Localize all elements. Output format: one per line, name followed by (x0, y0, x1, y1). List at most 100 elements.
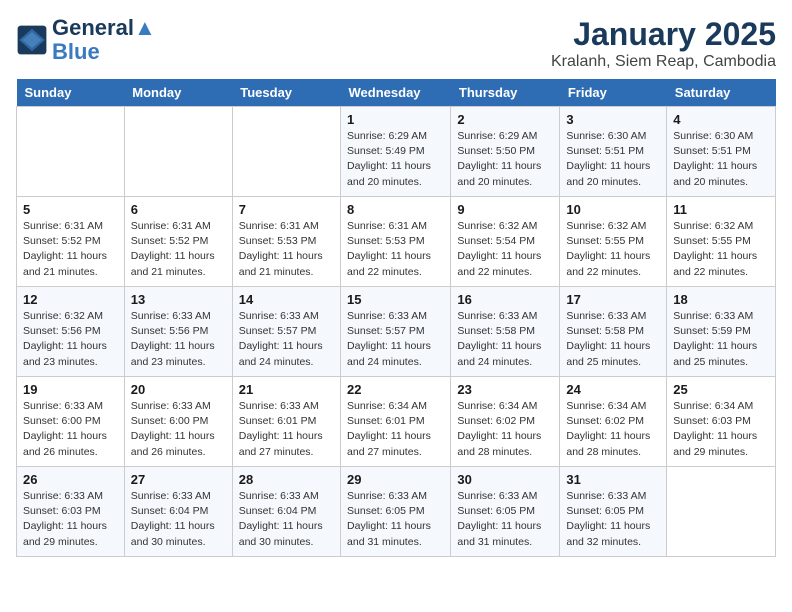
day-number: 11 (673, 202, 769, 217)
day-cell: 16 Sunrise: 6:33 AM Sunset: 5:58 PM Dayli… (451, 287, 560, 377)
day-number: 20 (131, 382, 226, 397)
day-cell: 29Sunrise: 6:33 AM Sunset: 6:05 PM Dayli… (341, 467, 451, 557)
day-number: 2 (457, 112, 553, 127)
day-info: Sunrise: 6:33 AM Sunset: 6:00 PM Dayligh… (23, 399, 118, 460)
logo: General▲ Blue (16, 16, 156, 64)
day-number: 13 (131, 292, 226, 307)
week-row-0: 1 Sunrise: 6:29 AM Sunset: 5:49 PM Daylig… (17, 107, 776, 197)
dow-friday: Friday (560, 79, 667, 107)
day-info: Sunrise: 6:33 AM Sunset: 5:58 PM Dayligh… (457, 309, 553, 370)
day-info: Sunrise: 6:30 AM Sunset: 5:51 PM Dayligh… (566, 129, 660, 190)
day-info: Sunrise: 6:32 AM Sunset: 5:54 PM Dayligh… (457, 219, 553, 280)
day-info: Sunrise: 6:32 AM Sunset: 5:55 PM Dayligh… (673, 219, 769, 280)
day-number: 30 (457, 472, 553, 487)
day-cell: 1 Sunrise: 6:29 AM Sunset: 5:49 PM Daylig… (341, 107, 451, 197)
day-number: 15 (347, 292, 444, 307)
day-number: 17 (566, 292, 660, 307)
logo-icon (16, 24, 48, 56)
day-number: 12 (23, 292, 118, 307)
day-cell: 26 Sunrise: 6:33 AM Sunset: 6:03 PM Dayli… (17, 467, 125, 557)
day-number: 21 (239, 382, 334, 397)
dow-monday: Monday (124, 79, 232, 107)
day-cell: 20 Sunrise: 6:33 AM Sunset: 6:00 PM Dayli… (124, 377, 232, 467)
day-number: 6 (131, 202, 226, 217)
day-number: 5 (23, 202, 118, 217)
day-cell: 30 Sunrise: 6:33 AM Sunset: 6:05 PM Dayli… (451, 467, 560, 557)
day-info: Sunrise: 6:32 AM Sunset: 5:56 PM Dayligh… (23, 309, 118, 370)
day-cell: 28 Sunrise: 6:33 AM Sunset: 6:04 PM Dayli… (232, 467, 340, 557)
day-info: Sunrise: 6:33 AM Sunset: 6:04 PM Dayligh… (239, 489, 334, 550)
month-title: January 2025 (551, 16, 776, 53)
day-number: 14 (239, 292, 334, 307)
day-info: Sunrise: 6:33 AM Sunset: 6:01 PM Dayligh… (239, 399, 334, 460)
day-number: 29 (347, 472, 444, 487)
day-number: 31 (566, 472, 660, 487)
day-cell: 23 Sunrise: 6:34 AM Sunset: 6:02 PM Dayli… (451, 377, 560, 467)
day-cell: 14Sunrise: 6:33 AM Sunset: 5:57 PM Dayli… (232, 287, 340, 377)
day-cell: 6 Sunrise: 6:31 AM Sunset: 5:52 PM Daylig… (124, 197, 232, 287)
day-info: Sunrise: 6:33 AM Sunset: 6:00 PM Dayligh… (131, 399, 226, 460)
day-info: Sunrise: 6:31 AM Sunset: 5:52 PM Dayligh… (131, 219, 226, 280)
day-number: 16 (457, 292, 553, 307)
dow-tuesday: Tuesday (232, 79, 340, 107)
day-info: Sunrise: 6:33 AM Sunset: 5:56 PM Dayligh… (131, 309, 226, 370)
day-info: Sunrise: 6:34 AM Sunset: 6:03 PM Dayligh… (673, 399, 769, 460)
week-row-4: 26 Sunrise: 6:33 AM Sunset: 6:03 PM Dayli… (17, 467, 776, 557)
day-cell: 8Sunrise: 6:31 AM Sunset: 5:53 PM Daylig… (341, 197, 451, 287)
day-info: Sunrise: 6:30 AM Sunset: 5:51 PM Dayligh… (673, 129, 769, 190)
day-cell: 10Sunrise: 6:32 AM Sunset: 5:55 PM Dayli… (560, 197, 667, 287)
day-number: 22 (347, 382, 444, 397)
day-number: 26 (23, 472, 118, 487)
dow-wednesday: Wednesday (341, 79, 451, 107)
day-cell: 5Sunrise: 6:31 AM Sunset: 5:52 PM Daylig… (17, 197, 125, 287)
day-info: Sunrise: 6:34 AM Sunset: 6:02 PM Dayligh… (457, 399, 553, 460)
day-info: Sunrise: 6:29 AM Sunset: 5:49 PM Dayligh… (347, 129, 444, 190)
day-number: 7 (239, 202, 334, 217)
day-number: 4 (673, 112, 769, 127)
day-cell: 12 Sunrise: 6:32 AM Sunset: 5:56 PM Dayli… (17, 287, 125, 377)
day-info: Sunrise: 6:33 AM Sunset: 6:05 PM Dayligh… (566, 489, 660, 550)
days-of-week-row: SundayMondayTuesdayWednesdayThursdayFrid… (17, 79, 776, 107)
day-number: 23 (457, 382, 553, 397)
day-cell: 4 Sunrise: 6:30 AM Sunset: 5:51 PM Daylig… (667, 107, 776, 197)
day-info: Sunrise: 6:31 AM Sunset: 5:53 PM Dayligh… (347, 219, 444, 280)
day-cell (232, 107, 340, 197)
day-number: 1 (347, 112, 444, 127)
day-cell: 22 Sunrise: 6:34 AM Sunset: 6:01 PM Dayli… (341, 377, 451, 467)
week-row-2: 12 Sunrise: 6:32 AM Sunset: 5:56 PM Dayli… (17, 287, 776, 377)
day-cell: 13 Sunrise: 6:33 AM Sunset: 5:56 PM Dayli… (124, 287, 232, 377)
day-cell: 24 Sunrise: 6:34 AM Sunset: 6:02 PM Dayli… (560, 377, 667, 467)
title-block: January 2025 Kralanh, Siem Reap, Cambodi… (551, 16, 776, 71)
dow-sunday: Sunday (17, 79, 125, 107)
page-header: General▲ Blue January 2025 Kralanh, Siem… (16, 16, 776, 71)
day-info: Sunrise: 6:33 AM Sunset: 6:05 PM Dayligh… (457, 489, 553, 550)
day-cell (124, 107, 232, 197)
day-info: Sunrise: 6:33 AM Sunset: 6:04 PM Dayligh… (131, 489, 226, 550)
day-info: Sunrise: 6:33 AM Sunset: 6:03 PM Dayligh… (23, 489, 118, 550)
day-info: Sunrise: 6:34 AM Sunset: 6:02 PM Dayligh… (566, 399, 660, 460)
day-info: Sunrise: 6:33 AM Sunset: 5:57 PM Dayligh… (347, 309, 444, 370)
dow-thursday: Thursday (451, 79, 560, 107)
day-number: 24 (566, 382, 660, 397)
week-row-1: 5 Sunrise: 6:31 AM Sunset: 5:52 PM Daylig… (17, 197, 776, 287)
day-number: 28 (239, 472, 334, 487)
day-info: Sunrise: 6:31 AM Sunset: 5:53 PM Dayligh… (239, 219, 334, 280)
logo-text: General▲ Blue (52, 16, 156, 64)
day-number: 27 (131, 472, 226, 487)
day-info: Sunrise: 6:34 AM Sunset: 6:01 PM Dayligh… (347, 399, 444, 460)
day-cell: 2 Sunrise: 6:29 AM Sunset: 5:50 PM Daylig… (451, 107, 560, 197)
day-cell: 19 Sunrise: 6:33 AM Sunset: 6:00 PM Dayli… (17, 377, 125, 467)
day-cell: 3 Sunrise: 6:30 AM Sunset: 5:51 PM Daylig… (560, 107, 667, 197)
day-info: Sunrise: 6:32 AM Sunset: 5:55 PM Dayligh… (566, 219, 660, 280)
day-cell: 18Sunrise: 6:33 AM Sunset: 5:59 PM Dayli… (667, 287, 776, 377)
day-cell: 9Sunrise: 6:32 AM Sunset: 5:54 PM Daylig… (451, 197, 560, 287)
day-info: Sunrise: 6:29 AM Sunset: 5:50 PM Dayligh… (457, 129, 553, 190)
week-row-3: 19 Sunrise: 6:33 AM Sunset: 6:00 PM Dayli… (17, 377, 776, 467)
location: Kralanh, Siem Reap, Cambodia (551, 53, 776, 71)
day-cell: 17Sunrise: 6:33 AM Sunset: 5:58 PM Dayli… (560, 287, 667, 377)
day-number: 25 (673, 382, 769, 397)
day-cell: 25 Sunrise: 6:34 AM Sunset: 6:03 PM Dayli… (667, 377, 776, 467)
day-number: 3 (566, 112, 660, 127)
day-number: 19 (23, 382, 118, 397)
day-cell: 11 Sunrise: 6:32 AM Sunset: 5:55 PM Dayli… (667, 197, 776, 287)
